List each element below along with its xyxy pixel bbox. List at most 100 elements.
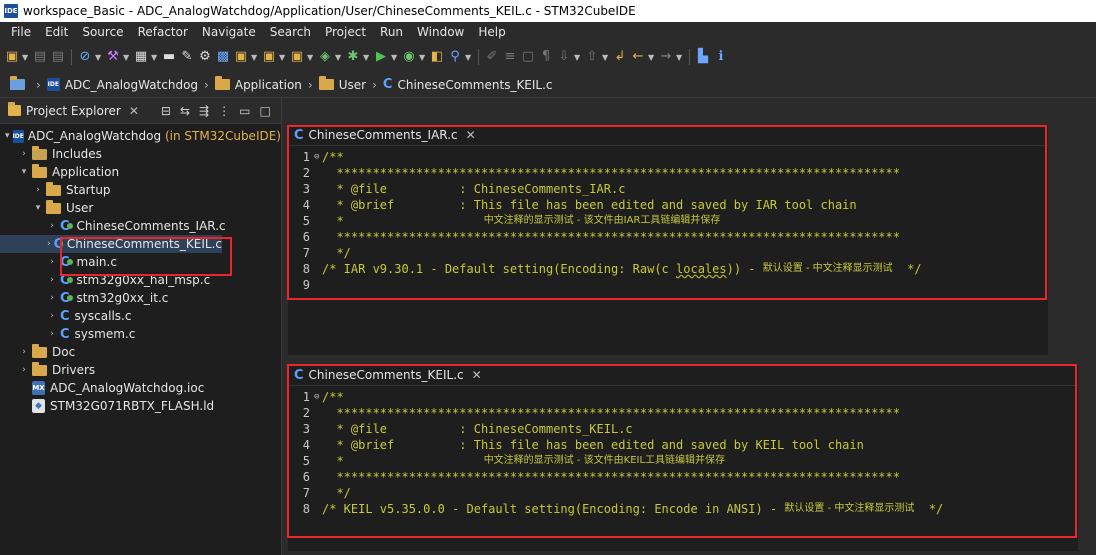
chevron-down-icon[interactable]: ▾ [4, 131, 11, 141]
close-icon[interactable]: ✕ [129, 104, 139, 118]
save-icon[interactable]: ▤ [32, 49, 48, 65]
show-whitespace-icon[interactable]: ¶ [538, 49, 554, 65]
chevron-down-icon[interactable]: ▼ [465, 53, 473, 62]
menu-edit[interactable]: Edit [38, 25, 75, 39]
tree-item-label: ChineseComments_IAR.c [76, 219, 226, 233]
menu-navigate[interactable]: Navigate [195, 25, 263, 39]
back-icon[interactable]: ← [630, 49, 646, 65]
chevron-right-icon[interactable]: › [46, 257, 58, 267]
tree-item-includes[interactable]: › Includes [0, 145, 281, 163]
view-menu-icon[interactable]: ⋮ [218, 104, 230, 118]
tree-item-project[interactable]: ▾ IDE ADC_AnalogWatchdog (in STM32CubeID… [0, 127, 281, 145]
chevron-right-icon[interactable]: › [46, 275, 58, 285]
chevron-down-icon[interactable]: ▼ [307, 53, 315, 62]
chevron-down-icon[interactable]: ▼ [279, 53, 287, 62]
breadcrumb-file[interactable]: ChineseComments_KEIL.c [397, 78, 552, 92]
chevron-down-icon[interactable]: ▼ [676, 53, 684, 62]
chevron-down-icon[interactable]: ▼ [335, 53, 343, 62]
chevron-right-icon[interactable]: › [32, 185, 44, 195]
maximize-icon[interactable]: □ [259, 104, 270, 118]
breadcrumb-user[interactable]: User [339, 78, 366, 92]
external-tools-icon[interactable]: ◉ [401, 49, 417, 65]
tree-item-it[interactable]: › C stm32g0xx_it.c [0, 289, 281, 307]
tree-item-label: Startup [66, 183, 111, 197]
chevron-down-icon[interactable]: ▼ [419, 53, 427, 62]
collapse-all-icon[interactable]: ⊟ [161, 104, 171, 118]
chevron-right-icon[interactable]: › [18, 347, 30, 357]
tree-item-drivers[interactable]: › Drivers [0, 361, 281, 379]
tool-icon[interactable]: ✎ [179, 49, 195, 65]
build-icon[interactable]: ⚒ [105, 49, 121, 65]
chevron-down-icon[interactable]: ▼ [251, 53, 259, 62]
perspective-icon[interactable]: ▙ [695, 49, 711, 65]
settings-icon[interactable]: ⊘ [77, 49, 93, 65]
chevron-right-icon[interactable]: › [18, 149, 30, 159]
open-type-icon[interactable]: ◧ [429, 49, 445, 65]
edit-icon[interactable]: ✐ [484, 49, 500, 65]
menu-project[interactable]: Project [318, 25, 373, 39]
forward-icon[interactable]: → [658, 49, 674, 65]
run-icon[interactable]: ▶ [373, 49, 389, 65]
chevron-down-icon[interactable]: ▼ [391, 53, 399, 62]
tree-item-ld[interactable]: ◆ STM32G071RBTX_FLASH.ld [0, 397, 281, 415]
tree-item-user[interactable]: ▾ User [0, 199, 281, 217]
next-annotation-icon[interactable]: ⇩ [556, 49, 572, 65]
chevron-right-icon[interactable]: › [18, 365, 30, 375]
tree-item-doc[interactable]: › Doc [0, 343, 281, 361]
chevron-down-icon[interactable]: ▼ [95, 53, 103, 62]
chevron-down-icon[interactable]: ▾ [32, 203, 44, 213]
tree-item-syscalls[interactable]: › C syscalls.c [0, 307, 281, 325]
info-icon[interactable]: ℹ [713, 49, 729, 65]
chevron-down-icon[interactable]: ▾ [18, 167, 30, 177]
search-icon[interactable]: ⚲ [447, 49, 463, 65]
tree-item-startup[interactable]: › Startup [0, 181, 281, 199]
filter-icon[interactable]: ⇶ [199, 104, 209, 118]
gear-icon[interactable]: ⚙ [197, 49, 213, 65]
debug-icon[interactable]: ✱ [345, 49, 361, 65]
chevron-down-icon[interactable]: ▼ [123, 53, 131, 62]
new-icon[interactable]: ▣ [4, 49, 20, 65]
save-all-icon[interactable]: ▤ [50, 49, 66, 65]
menu-window[interactable]: Window [410, 25, 471, 39]
menu-source[interactable]: Source [75, 25, 130, 39]
tree-item-label: stm32g0xx_it.c [76, 291, 169, 305]
new-project-icon[interactable]: ◈ [317, 49, 333, 65]
chevron-right-icon[interactable]: › [46, 239, 52, 249]
menu-file[interactable]: File [4, 25, 38, 39]
chevron-down-icon[interactable]: ▼ [151, 53, 159, 62]
breadcrumb-application[interactable]: Application [235, 78, 302, 92]
tree-item-ioc[interactable]: MX ADC_AnalogWatchdog.ioc [0, 379, 281, 397]
block-select-icon[interactable]: ▢ [520, 49, 536, 65]
open-file-icon[interactable]: ▦ [133, 49, 149, 65]
menu-refactor[interactable]: Refactor [131, 25, 195, 39]
chevron-right-icon[interactable]: › [46, 293, 58, 303]
chevron-right-icon[interactable]: › [46, 329, 58, 339]
minimize-icon[interactable]: ▭ [239, 104, 250, 118]
last-edit-icon[interactable]: ↲ [612, 49, 628, 65]
tree-item-application[interactable]: ▾ Application [0, 163, 281, 181]
prev-annotation-icon[interactable]: ⇧ [584, 49, 600, 65]
chevron-down-icon[interactable]: ▼ [22, 53, 30, 62]
tree-item-iar-file[interactable]: › C ChineseComments_IAR.c [0, 217, 281, 235]
chevron-right-icon[interactable]: › [46, 221, 58, 231]
chevron-down-icon[interactable]: ▼ [648, 53, 656, 62]
menu-help[interactable]: Help [471, 25, 512, 39]
tree-item-sysmem[interactable]: › C sysmem.c [0, 325, 281, 343]
new-source-icon[interactable]: ▣ [233, 49, 249, 65]
menu-search[interactable]: Search [263, 25, 318, 39]
chevron-right-icon[interactable]: › [46, 311, 58, 321]
chevron-down-icon[interactable]: ▼ [574, 53, 582, 62]
new-header-icon[interactable]: ▣ [261, 49, 277, 65]
chevron-down-icon[interactable]: ▼ [363, 53, 371, 62]
menu-run[interactable]: Run [373, 25, 410, 39]
new-class-icon[interactable]: ▣ [289, 49, 305, 65]
device-config-icon[interactable]: ▩ [215, 49, 231, 65]
link-editor-icon[interactable]: ⇆ [180, 104, 190, 118]
chevron-down-icon[interactable]: ▼ [602, 53, 610, 62]
window-title: workspace_Basic - ADC_AnalogWatchdog/App… [23, 4, 636, 18]
word-wrap-icon[interactable]: ≡ [502, 49, 518, 65]
terminal-icon[interactable]: ▬ [161, 49, 177, 65]
breadcrumb-project[interactable]: ADC_AnalogWatchdog [65, 78, 198, 92]
workspace-icon[interactable] [10, 76, 25, 90]
tab-project-explorer[interactable]: Project Explorer ✕ [8, 102, 139, 118]
